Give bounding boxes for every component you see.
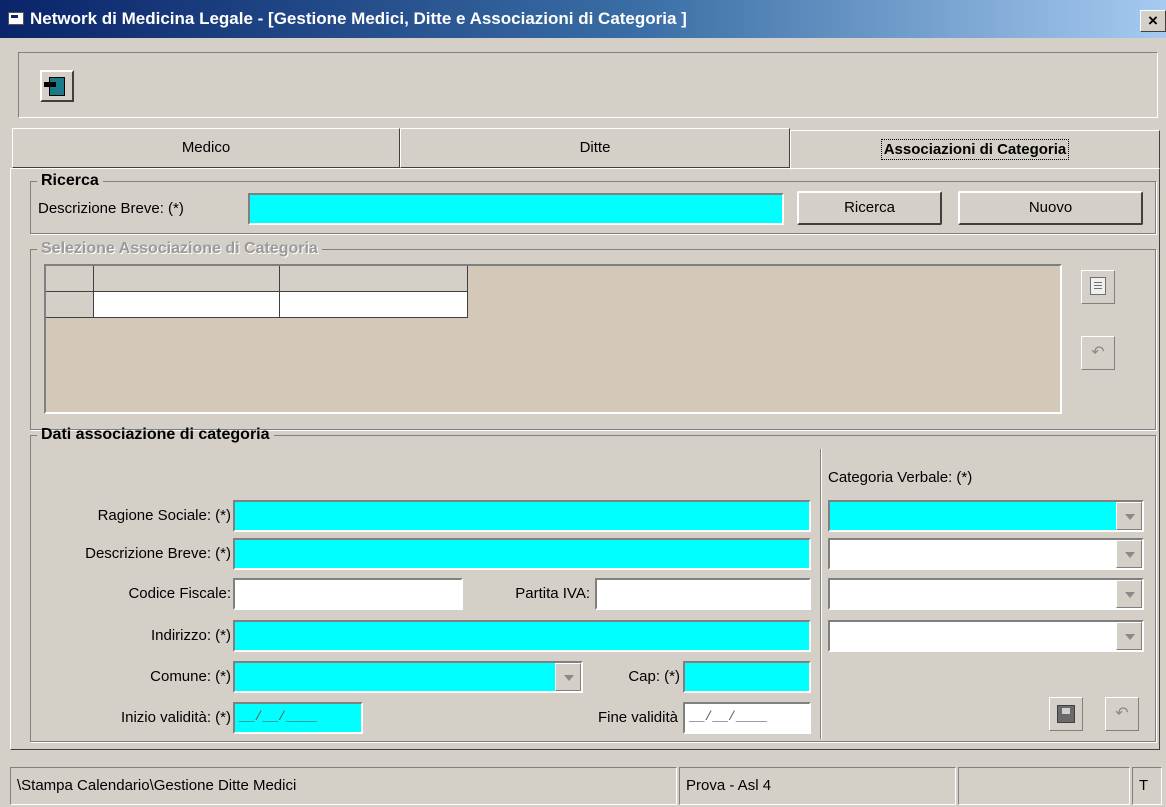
categoria-verbale-label: Categoria Verbale: (*) — [828, 469, 973, 486]
tab-ditte-label: Ditte — [579, 139, 611, 156]
vertical-divider — [820, 449, 822, 739]
details-legend: Dati associazione di categoria — [41, 426, 270, 443]
partita-iva-label: Partita IVA: — [515, 585, 590, 602]
chevron-down-icon[interactable] — [555, 663, 581, 691]
tab-associazioni-label: Associazioni di Categoria — [880, 139, 1070, 160]
edit-button[interactable] — [1081, 270, 1115, 304]
search-legend: Ricerca — [41, 172, 99, 189]
search-description-label: Descrizione Breve: (*) — [38, 200, 184, 217]
cap-input[interactable] — [683, 661, 811, 693]
selection-legend: Selezione Associazione di Categoria — [41, 240, 318, 257]
selection-undo-button[interactable]: ↶ — [1081, 336, 1115, 370]
grid-corner-cell — [46, 266, 94, 292]
descrizione-breve-label: Descrizione Breve: (*) — [85, 545, 231, 562]
ragione-sociale-label: Ragione Sociale: (*) — [97, 507, 231, 524]
exit-button[interactable] — [40, 70, 74, 102]
toolbar — [18, 52, 1158, 118]
categoria-verbale-select-1[interactable] — [828, 500, 1144, 532]
codice-fiscale-label: Codice Fiscale: — [128, 585, 231, 602]
tab-medico[interactable]: Medico — [12, 128, 400, 168]
close-button[interactable]: × — [1140, 10, 1166, 32]
fine-validita-input[interactable]: __/__/____ — [683, 702, 811, 734]
chevron-down-icon[interactable] — [1116, 622, 1142, 650]
partita-iva-input[interactable] — [595, 578, 811, 610]
ragione-sociale-input[interactable] — [233, 500, 811, 532]
search-description-input[interactable] — [248, 193, 784, 225]
grid-cell[interactable] — [280, 292, 468, 318]
title-bar: Network di Medicina Legale - [Gestione M… — [0, 0, 1166, 38]
new-button[interactable]: Nuovo — [958, 191, 1143, 225]
categoria-verbale-select-4[interactable] — [828, 620, 1144, 652]
exit-arrow-icon — [44, 82, 56, 87]
cap-label: Cap: (*) — [628, 668, 680, 685]
tab-ditte[interactable]: Ditte — [400, 128, 790, 168]
save-button[interactable] — [1049, 697, 1083, 731]
status-last: T — [1132, 767, 1162, 805]
codice-fiscale-input[interactable] — [233, 578, 463, 610]
app-icon — [8, 12, 24, 25]
indirizzo-label: Indirizzo: (*) — [150, 627, 231, 644]
grid-row-header[interactable] — [46, 292, 94, 318]
grid-cell[interactable] — [94, 292, 280, 318]
inizio-validita-input[interactable]: __/__/____ — [233, 702, 363, 734]
status-empty — [958, 767, 1130, 805]
inizio-validita-label: Inizio validità: (*) — [120, 709, 231, 726]
chevron-down-icon[interactable] — [1116, 580, 1142, 608]
save-icon — [1057, 705, 1075, 723]
comune-label: Comune: (*) — [150, 668, 231, 685]
edit-icon — [1090, 277, 1106, 295]
grid-column-header[interactable] — [94, 266, 280, 292]
chevron-down-icon[interactable] — [1116, 540, 1142, 568]
fine-validita-label: Fine validità — [597, 709, 678, 726]
selection-grid[interactable] — [44, 264, 1062, 414]
window-title: Network di Medicina Legale - [Gestione M… — [30, 9, 687, 28]
categoria-verbale-select-3[interactable] — [828, 578, 1144, 610]
details-undo-button[interactable]: ↶ — [1105, 697, 1139, 731]
undo-icon: ↶ — [1091, 344, 1105, 361]
comune-select[interactable] — [233, 661, 583, 693]
status-user: Prova - Asl 4 — [679, 767, 956, 805]
tab-medico-label: Medico — [181, 139, 231, 156]
indirizzo-input[interactable] — [233, 620, 811, 652]
descrizione-breve-input[interactable] — [233, 538, 811, 570]
chevron-down-icon[interactable] — [1116, 502, 1142, 530]
tab-associazioni[interactable]: Associazioni di Categoria — [790, 130, 1160, 170]
categoria-verbale-select-2[interactable] — [828, 538, 1144, 570]
status-path: \Stampa Calendario\Gestione Ditte Medici — [10, 767, 677, 805]
search-button[interactable]: Ricerca — [797, 191, 942, 225]
undo-icon: ↶ — [1115, 705, 1129, 722]
grid-column-header[interactable] — [280, 266, 468, 292]
